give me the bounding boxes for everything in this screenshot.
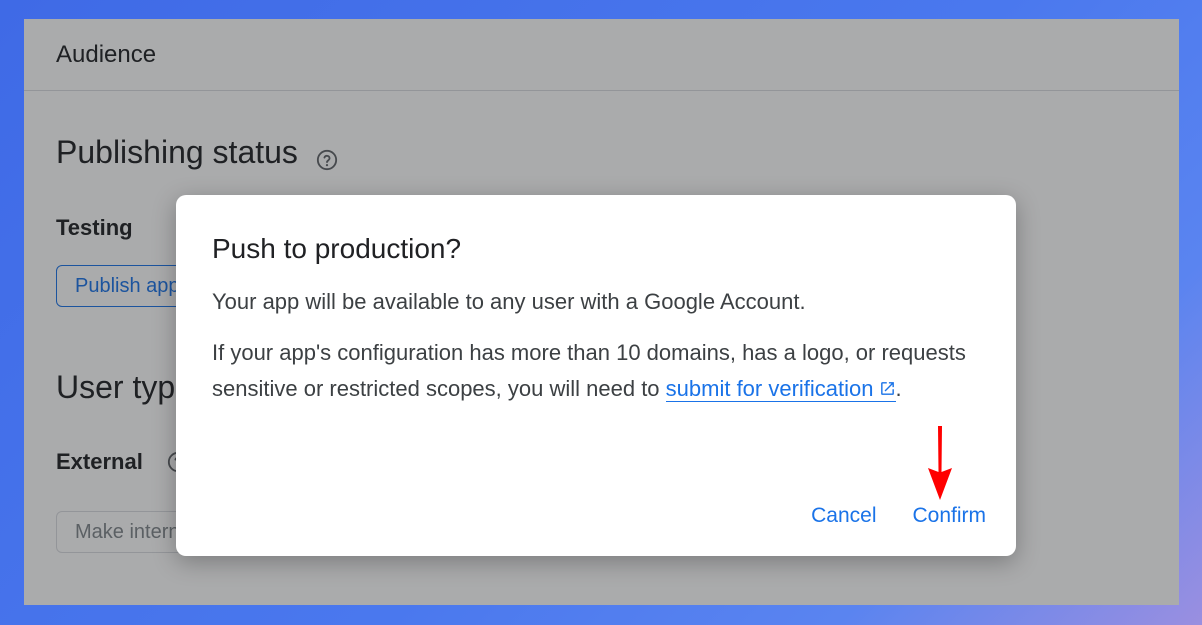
dialog-actions: Cancel Confirm	[811, 500, 986, 532]
dialog-title: Push to production?	[212, 233, 462, 264]
red-arrow-down-icon	[928, 426, 952, 500]
verification-note-end: .	[895, 376, 902, 401]
verification-link-label: submit for verification	[665, 376, 874, 401]
confirm-button[interactable]: Confirm	[912, 500, 986, 532]
push-to-production-dialog: Push to production? Your app will be ava…	[176, 195, 1016, 556]
submit-for-verification-link[interactable]: submit for verification	[665, 376, 896, 402]
open-in-new-icon	[879, 372, 896, 395]
cancel-button[interactable]: Cancel	[811, 500, 876, 532]
dialog-verification-note: If your app's configuration has more tha…	[212, 335, 980, 407]
dialog-description: Your app will be available to any user w…	[212, 289, 806, 314]
